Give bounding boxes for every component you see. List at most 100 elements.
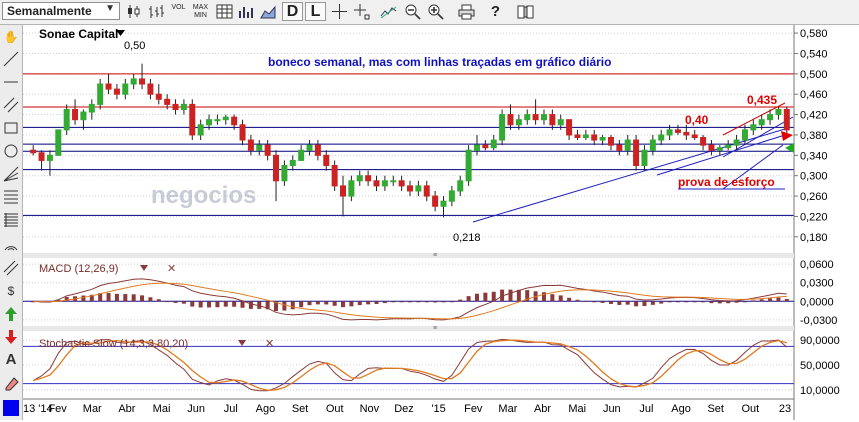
trend-icon[interactable] (378, 2, 399, 21)
candle (348, 180, 355, 197)
zoom-out-icon[interactable] (402, 2, 423, 21)
parallel-lines-icon[interactable] (2, 259, 20, 277)
macd-hist-bar (123, 294, 128, 302)
maxmin-label: MAX MIN (192, 4, 209, 19)
macd-hist-bar (349, 301, 354, 307)
stochastic-close-icon[interactable]: ✕ (265, 338, 274, 350)
macd-hist-bar (366, 301, 371, 305)
hline-icon[interactable] (2, 73, 20, 91)
table-icon[interactable] (214, 2, 235, 21)
fib-retracement-icon[interactable] (2, 188, 20, 206)
x-tick-label: Set (707, 403, 724, 415)
candle (683, 131, 690, 136)
color-swatch-icon[interactable] (2, 399, 20, 417)
candle (674, 129, 681, 133)
candle (758, 119, 765, 126)
ohlc-icon[interactable] (146, 2, 167, 21)
y-tick-label: 0,220 (800, 211, 828, 223)
candle (88, 103, 95, 113)
channel-icon[interactable] (2, 96, 20, 114)
candle (231, 116, 238, 126)
log-button[interactable]: L (305, 2, 326, 21)
area-icon[interactable] (258, 2, 279, 21)
vol-button[interactable]: VOL (168, 2, 189, 21)
bars-icon[interactable] (236, 2, 257, 21)
rectangle-icon[interactable] (2, 119, 20, 137)
candle (499, 114, 506, 141)
macd-hist-bar (675, 301, 680, 303)
trendline-icon[interactable] (2, 50, 20, 68)
macd-hist-bar (181, 301, 186, 304)
macd-hist-bar (575, 299, 580, 302)
arc-icon[interactable] (2, 234, 20, 252)
candle (432, 195, 439, 207)
candlestick-icon[interactable] (124, 2, 145, 21)
macd-hist-bar (617, 301, 622, 305)
divider-handle-icon[interactable]: ≡ (433, 252, 437, 259)
candle (97, 83, 104, 105)
macd-hist-bar (642, 301, 647, 307)
drawing-tools-sidebar: ✋ $ A (0, 25, 23, 420)
candle (616, 144, 623, 151)
candle (281, 165, 288, 182)
candle (482, 144, 489, 149)
book-icon[interactable] (515, 2, 536, 21)
candle (582, 134, 589, 139)
circle-icon[interactable] (2, 142, 20, 160)
stochastic-title: Stochastic Slow (14,3,3,80,20) (39, 338, 188, 350)
fib-fan-icon[interactable] (2, 165, 20, 183)
macd-hist-bar (382, 301, 387, 304)
divider-handle-icon-2[interactable]: ≡ (433, 325, 437, 332)
text-icon[interactable]: A (2, 351, 20, 369)
daily-button[interactable]: D (282, 2, 303, 21)
down-arrow-icon[interactable] (2, 328, 20, 346)
zoom-in-icon[interactable] (425, 2, 446, 21)
candle (741, 129, 748, 141)
candle (557, 119, 564, 126)
candle (206, 119, 213, 126)
macd-hist-bar (449, 301, 454, 303)
maxmin-button[interactable]: MAX MIN (190, 2, 211, 21)
candle (189, 103, 196, 136)
crosshair-label-icon[interactable] (351, 2, 372, 21)
eraser-icon[interactable] (2, 374, 20, 392)
x-tick-label: Jun (187, 403, 205, 415)
panel-divider-2[interactable] (23, 326, 794, 331)
recent-label: 0,435 (747, 93, 777, 107)
macd-close-icon[interactable]: ✕ (167, 263, 176, 275)
macd-hist-bar (324, 301, 329, 305)
dollar-icon[interactable]: $ (2, 282, 20, 300)
hand-icon[interactable]: ✋ (2, 28, 20, 46)
fib-extension-icon[interactable] (2, 211, 20, 229)
macd-hist-bar (567, 297, 572, 302)
panel-divider[interactable] (23, 253, 794, 258)
callout-text: prova de esforço (678, 175, 775, 189)
candle (381, 180, 388, 187)
crosshair-icon[interactable] (329, 2, 350, 21)
candle (624, 139, 631, 151)
candle (599, 137, 606, 141)
candle (122, 83, 129, 95)
chevron-down-icon: ▼ (105, 3, 115, 14)
price-chart[interactable]: 0,580 0,540 0,500 0,460 0,420 0,380 0,340 0,300… (23, 25, 859, 420)
print-icon[interactable] (456, 2, 477, 21)
candle (566, 119, 573, 136)
candle (340, 185, 347, 197)
help-icon[interactable]: ? (485, 2, 506, 21)
candle (30, 149, 37, 154)
macd-hist-bar (667, 301, 672, 303)
price-axis: 0,580 0,540 0,500 0,460 0,420 0,380 0,340 0,300… (794, 28, 828, 244)
y-tick-label: 0,300 (800, 171, 828, 183)
macd-hist-bar (424, 301, 429, 303)
macd-hist-bar (516, 289, 521, 302)
x-tick-label: 23 (779, 403, 791, 415)
period-select[interactable]: Semanalmente ▼ (2, 2, 120, 20)
macd-hist-bar (441, 301, 446, 303)
macd-hist-bar (759, 299, 764, 302)
up-arrow-icon[interactable] (2, 305, 20, 323)
y-tick-label: 0,180 (800, 232, 828, 244)
candle (465, 149, 472, 182)
macd-hist-bar (416, 301, 421, 303)
candle (407, 185, 413, 192)
macd-hist-bar (223, 301, 228, 307)
